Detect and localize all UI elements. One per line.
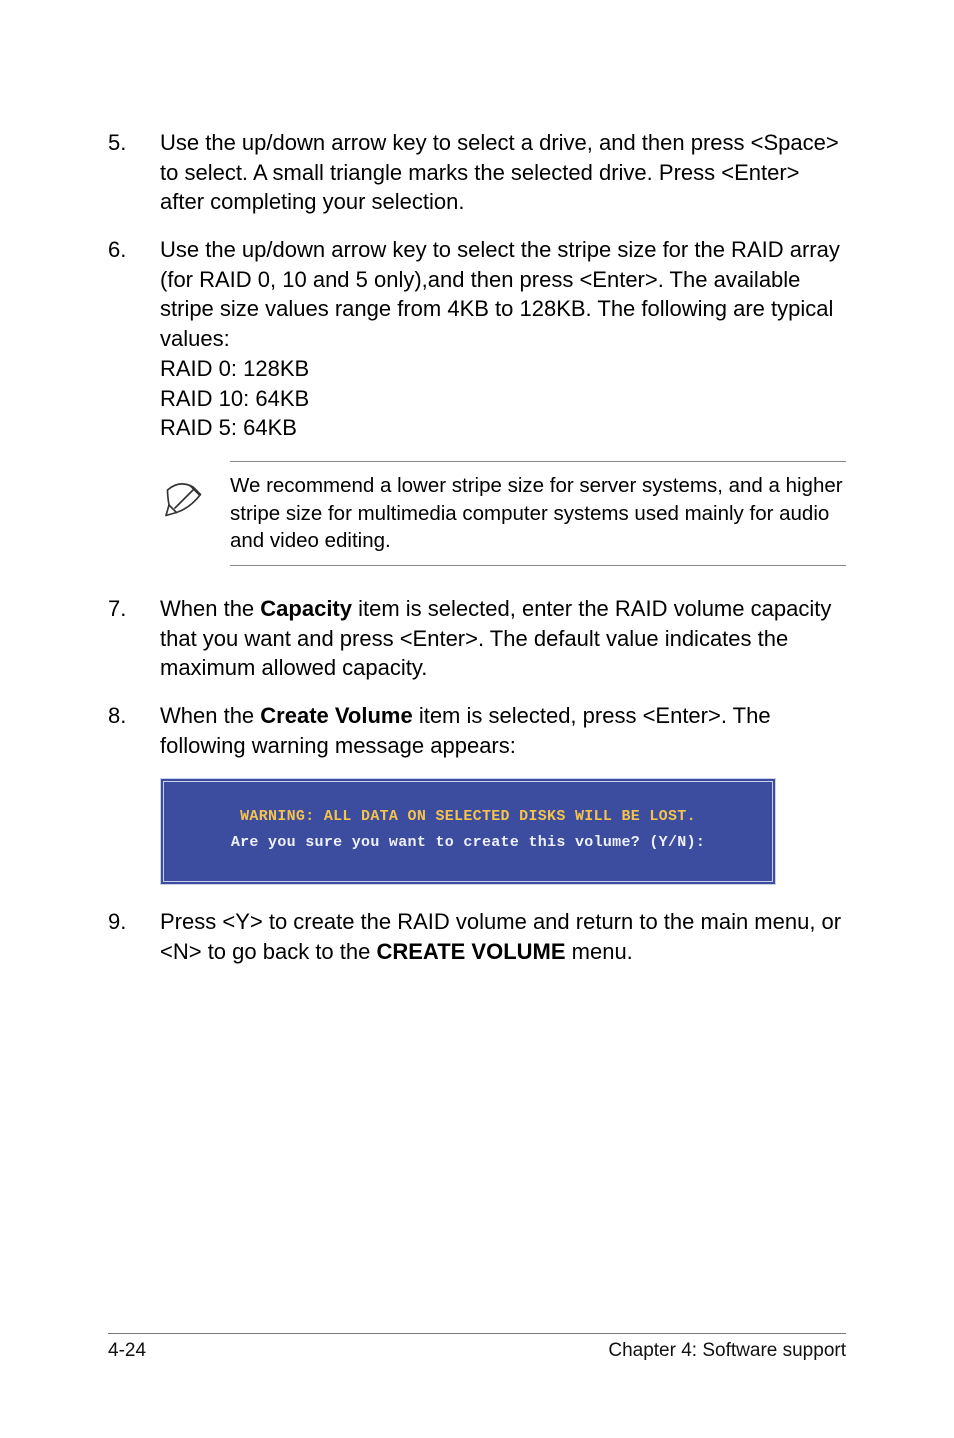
step-9-bold: CREATE VOLUME (376, 939, 565, 964)
step-number: 7. (108, 594, 160, 683)
step-number: 6. (108, 235, 160, 443)
step-text: Press <Y> to create the RAID volume and … (160, 907, 846, 966)
step-9-post: menu. (566, 939, 633, 964)
step-8-bold: Create Volume (260, 703, 412, 728)
step-6-line3: RAID 5: 64KB (160, 413, 846, 443)
note-pencil-icon (160, 461, 230, 528)
step-5: 5. Use the up/down arrow key to select a… (108, 128, 846, 217)
console-warning-line: WARNING: ALL DATA ON SELECTED DISKS WILL… (164, 804, 772, 830)
step-8-pre: When the (160, 703, 260, 728)
step-text: When the Capacity item is selected, ente… (160, 594, 846, 683)
step-text: When the Create Volume item is selected,… (160, 701, 846, 760)
step-7-pre: When the (160, 596, 260, 621)
step-6-main: Use the up/down arrow key to select the … (160, 237, 840, 351)
pencil-icon (160, 475, 208, 523)
page: 5. Use the up/down arrow key to select a… (0, 0, 954, 1438)
note-block: We recommend a lower stripe size for ser… (160, 461, 846, 566)
footer-rule (108, 1333, 846, 1334)
page-footer: 4-24 Chapter 4: Software support (108, 1333, 846, 1362)
footer-page-number: 4-24 (108, 1340, 146, 1362)
console-inner: WARNING: ALL DATA ON SELECTED DISKS WILL… (164, 804, 772, 855)
step-number: 9. (108, 907, 160, 966)
warning-console: WARNING: ALL DATA ON SELECTED DISKS WILL… (160, 778, 776, 885)
step-9: 9. Press <Y> to create the RAID volume a… (108, 907, 846, 966)
step-6-line1: RAID 0: 128KB (160, 354, 846, 384)
step-number: 8. (108, 701, 160, 760)
note-text-column: We recommend a lower stripe size for ser… (230, 461, 846, 566)
step-text: Use the up/down arrow key to select a dr… (160, 128, 846, 217)
footer-row: 4-24 Chapter 4: Software support (108, 1340, 846, 1362)
step-7-bold: Capacity (260, 596, 352, 621)
step-text: Use the up/down arrow key to select the … (160, 235, 846, 443)
step-6: 6. Use the up/down arrow key to select t… (108, 235, 846, 443)
console-prompt-line: Are you sure you want to create this vol… (164, 830, 772, 856)
note-rule-top (230, 461, 846, 462)
note-text: We recommend a lower stripe size for ser… (230, 472, 846, 555)
step-number: 5. (108, 128, 160, 217)
step-8: 8. When the Create Volume item is select… (108, 701, 846, 760)
note-rule-bottom (230, 565, 846, 566)
footer-chapter: Chapter 4: Software support (608, 1340, 846, 1362)
step-6-line2: RAID 10: 64KB (160, 384, 846, 414)
step-7: 7. When the Capacity item is selected, e… (108, 594, 846, 683)
